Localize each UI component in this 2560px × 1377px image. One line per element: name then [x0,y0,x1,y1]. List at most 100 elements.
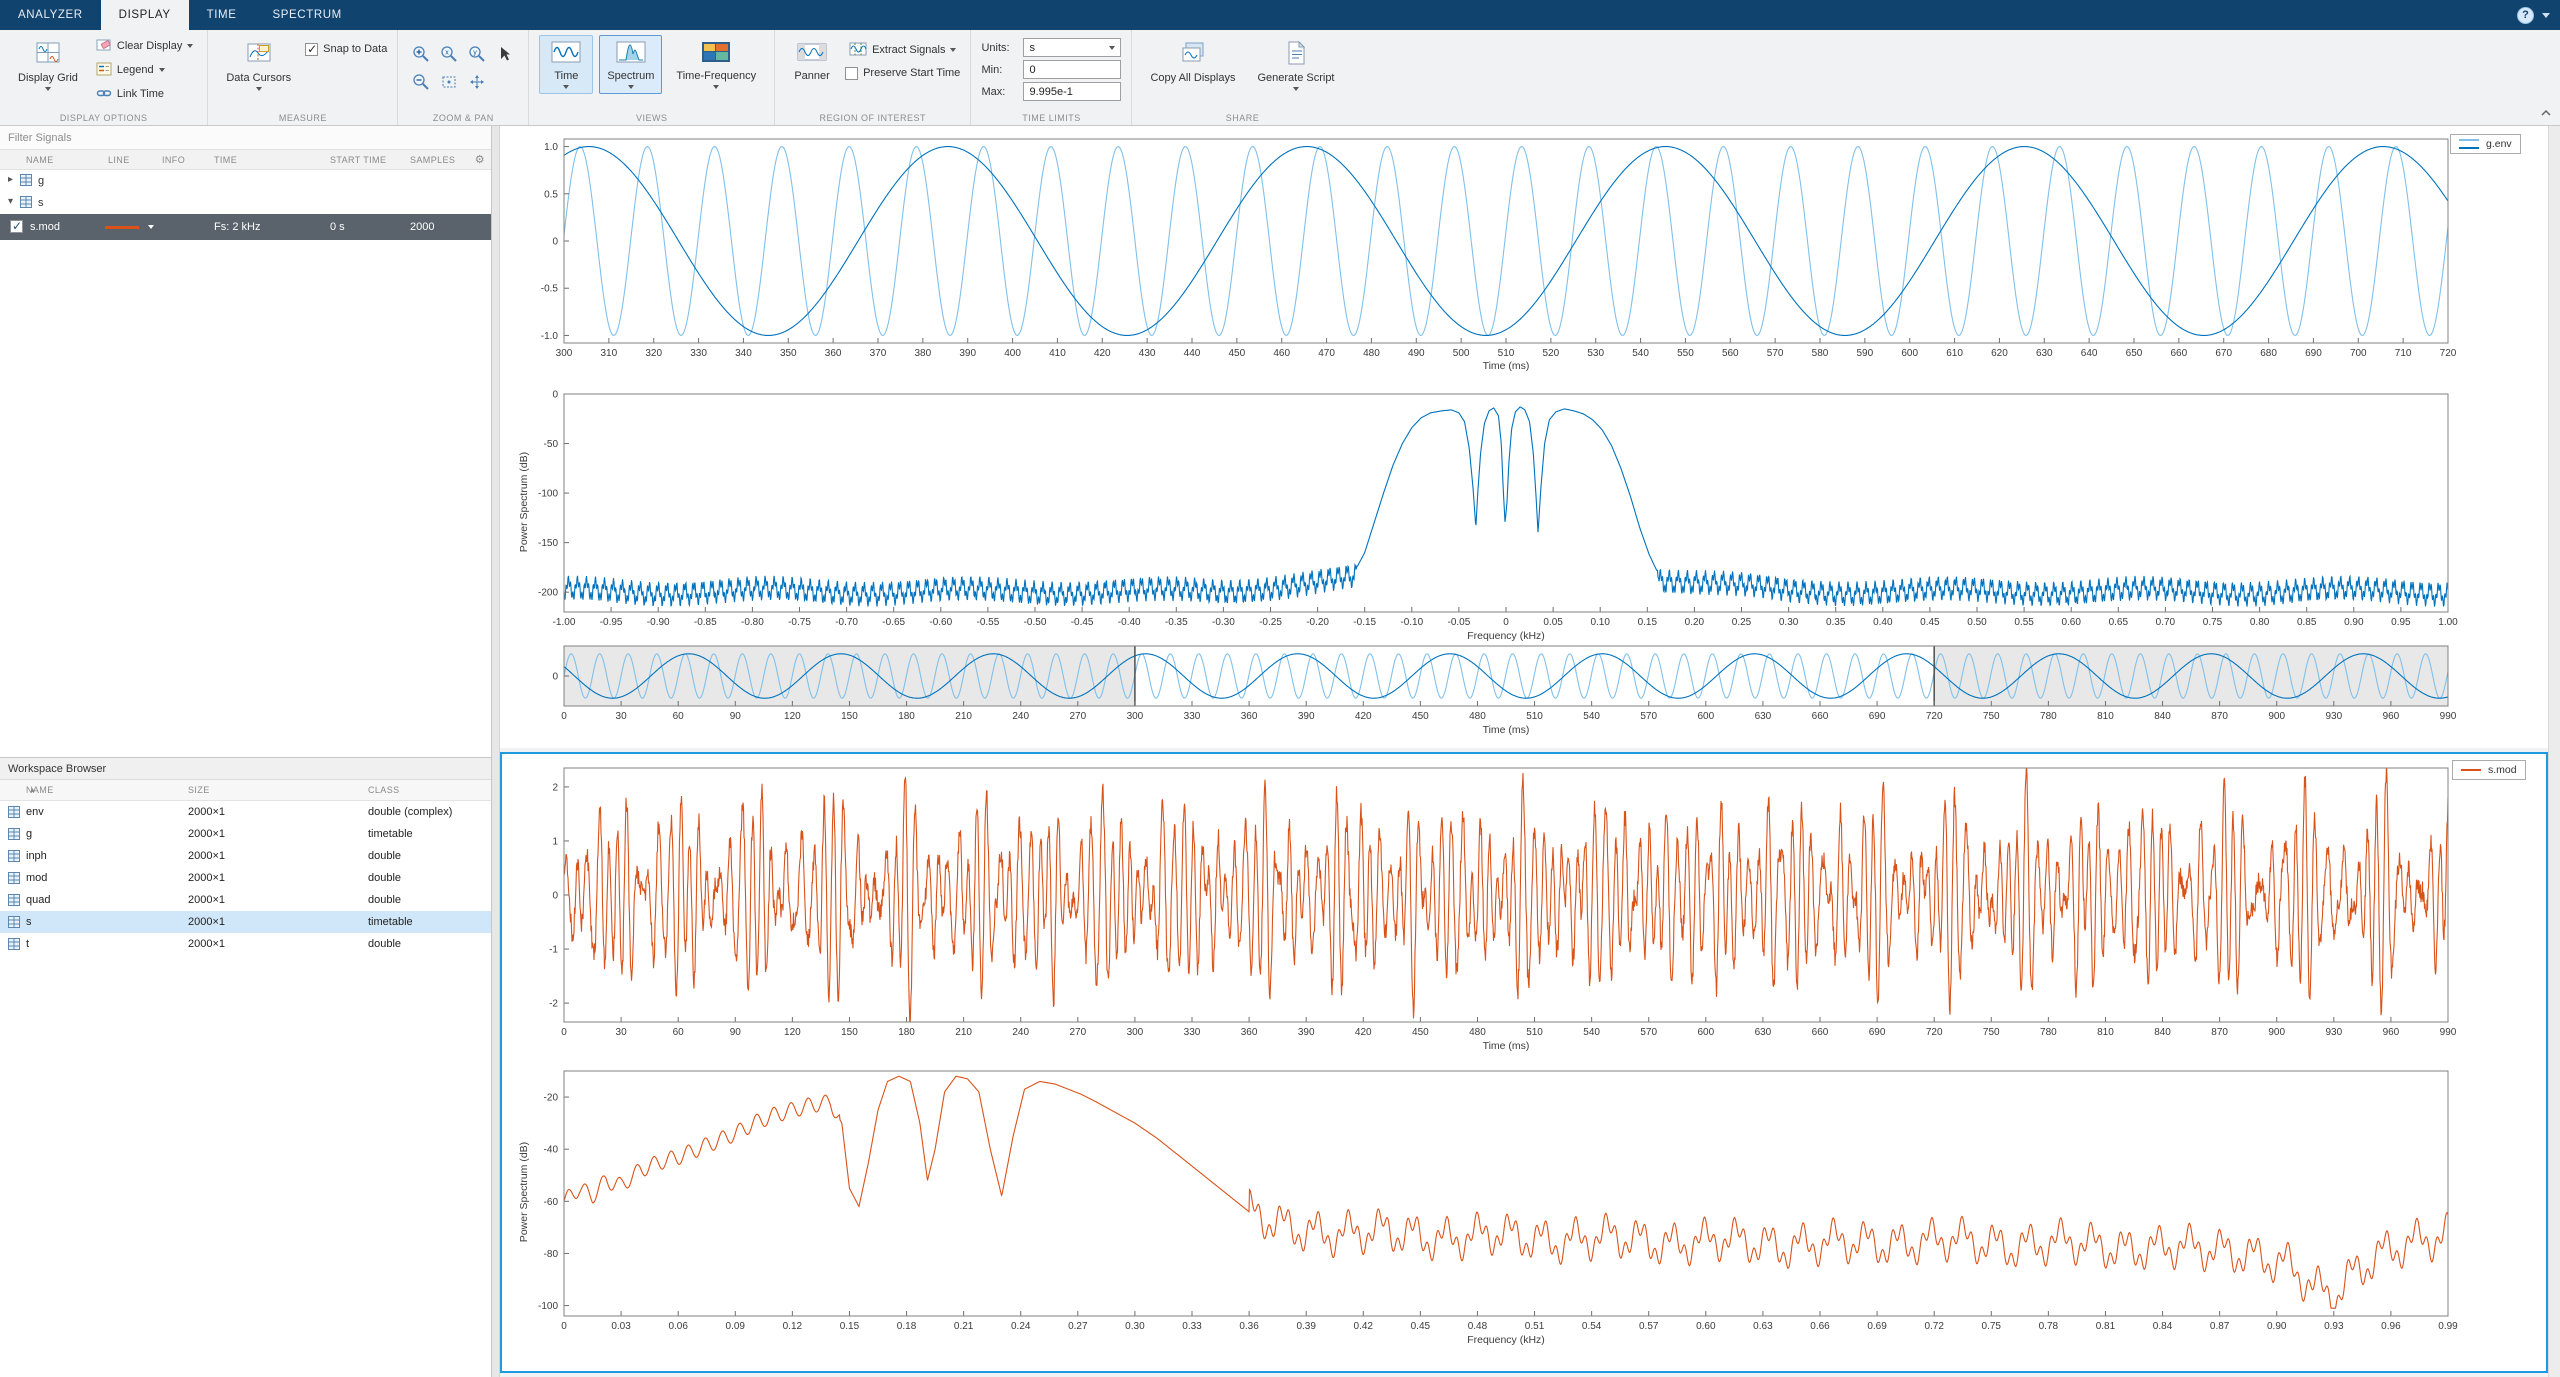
section-display-options: Display Grid Clear Display Legend Link T… [0,30,208,125]
section-region-of-interest: Panner Extract Signals Preserve Start Ti… [775,30,971,125]
svg-text:390: 390 [959,348,976,359]
tab-spectrum[interactable]: SPECTRUM [254,0,359,30]
svg-text:-0.95: -0.95 [600,617,623,628]
min-time-input[interactable]: 0 [1023,60,1121,79]
time-view-button[interactable]: Time [539,35,593,94]
display1-legend[interactable]: g.env [2450,134,2521,154]
data-cursors-icon [246,40,272,69]
expand-arrow-icon[interactable]: ▸ [8,174,13,185]
snap-to-data-checkbox[interactable] [305,43,318,56]
variable-icon [8,828,20,843]
svg-text:450: 450 [1229,348,1246,359]
display1-spectrum-plot[interactable]: -1.00-0.95-0.90-0.85-0.80-0.75-0.70-0.65… [500,384,2474,636]
collapse-ribbon-button[interactable] [2540,104,2552,122]
gear-icon[interactable]: ⚙ [475,150,485,170]
display1-panner-xlabel: Time (ms) [1306,724,1706,736]
svg-text:900: 900 [2268,711,2285,722]
svg-text:-200: -200 [538,588,558,599]
zoom-out-icon[interactable] [408,69,434,95]
svg-text:0: 0 [561,1321,567,1332]
svg-text:420: 420 [1355,711,1372,722]
display2-time-plot[interactable]: 0306090120150180210240270300330360390420… [500,758,2474,1056]
preserve-start-time-checkbox[interactable] [845,67,858,80]
section-label: REGION OF INTEREST [775,113,970,123]
workspace-row-env[interactable]: env2000×1double (complex) [0,801,491,823]
svg-text:0.75: 0.75 [2203,617,2223,628]
svg-text:900: 900 [2268,1027,2285,1038]
legend-button[interactable]: Legend [92,59,197,81]
svg-text:430: 430 [1139,348,1156,359]
svg-text:240: 240 [1012,1027,1029,1038]
svg-text:580: 580 [1812,348,1829,359]
units-label: Units: [981,42,1017,54]
panel-splitter[interactable] [492,126,500,1377]
generate-script-button[interactable]: Generate Script [1249,35,1342,96]
workspace-row-g[interactable]: g2000×1timetable [0,823,491,845]
svg-text:930: 930 [2325,711,2342,722]
max-time-input[interactable]: 9.995e-1 [1023,82,1121,101]
chevron-down-icon[interactable] [2542,13,2550,18]
spectrum-view-button[interactable]: Spectrum [599,35,662,94]
filter-signals-input[interactable]: Filter Signals [0,126,491,150]
svg-text:0.33: 0.33 [1182,1321,1202,1332]
right-scroll-strip[interactable] [2548,126,2560,1377]
data-cursors-button[interactable]: Data Cursors [218,35,299,96]
tab-display[interactable]: DISPLAY [101,0,189,30]
display2-legend[interactable]: s.mod [2452,760,2526,780]
svg-text:120: 120 [784,1027,801,1038]
pan-icon[interactable] [464,69,490,95]
svg-text:-0.15: -0.15 [1353,617,1376,628]
workspace-row-t[interactable]: t2000×1double [0,933,491,955]
tab-time[interactable]: TIME [189,0,255,30]
display-grid-button[interactable]: Display Grid [10,35,86,96]
display2-spectrum-plot[interactable]: 00.030.060.090.120.150.180.210.240.270.3… [500,1061,2474,1350]
snap-to-data-checkbox-row[interactable]: Snap to Data [305,39,387,59]
workspace-row-inph[interactable]: inph2000×1double [0,845,491,867]
chevron-down-icon [1109,46,1115,50]
time-frequency-view-button[interactable]: Time-Frequency [668,35,764,94]
signal-row-smod[interactable]: s.mod Fs: 2 kHz 0 s 2000 [0,214,491,240]
svg-text:0.70: 0.70 [2156,617,2176,628]
extract-signals-button[interactable]: Extract Signals [845,39,960,61]
zoom-in-icon[interactable] [408,41,434,67]
svg-text:480: 480 [1469,1027,1486,1038]
svg-text:390: 390 [1298,711,1315,722]
svg-text:-2: -2 [549,999,558,1010]
sort-asc-icon[interactable]: ▲ [29,780,36,801]
zoom-x-icon[interactable]: x [436,41,462,67]
signal-group-row-s[interactable]: ▾ s [0,192,491,214]
signal-group-row-g[interactable]: ▸ g [0,170,491,192]
units-dropdown[interactable]: s [1023,38,1121,57]
svg-text:30: 30 [616,1027,628,1038]
help-icon[interactable]: ? [2517,7,2534,24]
svg-text:360: 360 [1241,1027,1258,1038]
pointer-icon[interactable] [492,41,518,67]
tab-analyzer[interactable]: ANALYZER [0,0,101,30]
link-time-button[interactable]: Link Time [92,83,197,105]
collapse-arrow-icon[interactable]: ▾ [8,196,13,207]
panner-button[interactable]: Panner [785,35,839,87]
workspace-row-quad[interactable]: quad2000×1double [0,889,491,911]
svg-text:x: x [446,50,450,57]
zoom-y-icon[interactable]: y [464,41,490,67]
svg-text:0.96: 0.96 [2381,1321,2401,1332]
smod-line-swatch[interactable] [105,226,139,229]
fit-to-view-icon[interactable] [436,69,462,95]
display1-time-xlabel: Time (ms) [1306,360,1706,372]
smod-checkbox[interactable] [10,220,23,233]
svg-text:870: 870 [2211,1027,2228,1038]
chevron-down-icon[interactable] [148,225,154,229]
chevron-down-icon [713,85,719,89]
clear-display-button[interactable]: Clear Display [92,35,197,57]
svg-text:-100: -100 [538,1301,558,1312]
workspace-row-mod[interactable]: mod2000×1double [0,867,491,889]
workspace-row-s[interactable]: s2000×1timetable [0,911,491,933]
preserve-start-time-checkbox-row[interactable]: Preserve Start Time [845,63,960,83]
svg-text:0: 0 [561,711,567,722]
svg-text:-0.85: -0.85 [694,617,717,628]
display1-time-plot[interactable]: 3003103203303403503603703803904004104204… [500,129,2474,377]
display2-time-xlabel: Time (ms) [1306,1040,1706,1052]
ribbon: Display Grid Clear Display Legend Link T… [0,30,2560,126]
svg-text:560: 560 [1722,348,1739,359]
copy-all-displays-button[interactable]: Copy All Displays [1142,35,1243,89]
